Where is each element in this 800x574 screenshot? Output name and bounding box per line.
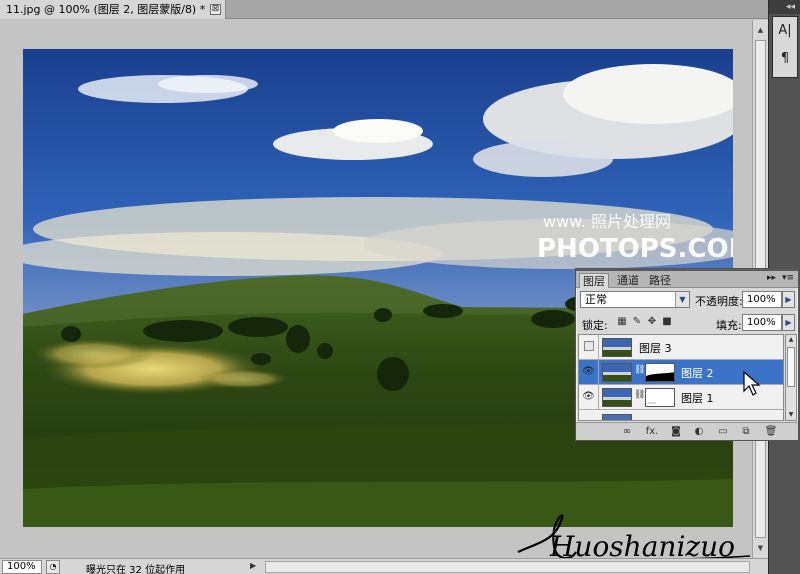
lock-image-pixels-icon[interactable]: ✎ [631, 316, 643, 328]
layers-list-scrollbar[interactable]: ▲ ▼ [785, 334, 797, 421]
fill-label: 填充: [716, 319, 742, 332]
visibility-toggle[interactable]: 👁 [579, 360, 599, 384]
layer-name: 图层 1 [681, 392, 714, 405]
eye-icon: 👁 [582, 366, 595, 377]
panel-menu-icon[interactable]: ▾≡ [782, 273, 794, 283]
eye-icon: 👁 [582, 391, 595, 402]
document-tab-bar: 11.jpg @ 100% (图层 2, 图层蒙版/8) * ⊠ [0, 0, 768, 19]
collapse-panel-icon[interactable]: ▸▸ [767, 273, 776, 283]
close-tab-icon[interactable]: ⊠ [210, 4, 221, 15]
fill-field[interactable]: 100% [742, 314, 782, 331]
status-menu-arrow-icon[interactable]: ▶ [250, 561, 256, 570]
visibility-off-icon [583, 341, 594, 351]
canvas-horizontal-scrollbar[interactable] [265, 561, 750, 573]
layer-name: 图层 2 [681, 367, 714, 380]
group-icon[interactable]: ▭ [716, 426, 730, 438]
layer-thumbnail [602, 414, 632, 420]
layer-mask-thumbnail[interactable] [645, 363, 675, 382]
mouse-cursor-icon [743, 371, 761, 396]
opacity-slider-arrow-icon[interactable]: ▶ [782, 291, 795, 308]
scroll-down-icon[interactable]: ▼ [786, 410, 796, 420]
layers-panel: 图层 通道 路径 ▸▸ ▾≡ 正常 ▼ 不透明度: 100% ▶ 锁定: ▦ ✎… [575, 268, 799, 441]
lock-label: 锁定: [582, 319, 608, 332]
status-info-icon[interactable]: ◔ [46, 560, 60, 574]
character-icon[interactable]: A| [773, 17, 797, 45]
layers-panel-footer: ∞ fx. ◙ ◐ ▭ ⧉ 🗑 [576, 422, 798, 440]
document-tab[interactable]: 11.jpg @ 100% (图层 2, 图层蒙版/8) * ⊠ [0, 0, 226, 19]
lock-position-icon[interactable]: ✥ [646, 316, 658, 328]
dock-header[interactable]: ◂◂ [769, 0, 800, 14]
zoom-level-field[interactable]: 100% [2, 560, 42, 574]
layer-mask-thumbnail[interactable] [645, 388, 675, 407]
fill-slider-arrow-icon[interactable]: ▶ [782, 314, 795, 331]
layer-thumbnail [602, 388, 632, 407]
lock-transparent-pixels-icon[interactable]: ▦ [616, 316, 628, 328]
scroll-up-icon[interactable]: ▲ [755, 24, 766, 36]
scroll-up-icon[interactable]: ▲ [786, 335, 796, 345]
visibility-toggle[interactable] [579, 335, 599, 359]
layer-thumbnail [602, 363, 632, 382]
watermark-line2: PHOTOPS.COM [537, 234, 733, 264]
link-layers-icon[interactable]: ∞ [620, 426, 634, 438]
scrollbar-thumb[interactable] [787, 347, 795, 387]
watermark-line1: www. 照片处理网 [543, 212, 671, 231]
blend-mode-value: 正常 [585, 293, 607, 306]
status-info-text: 曝光只在 32 位起作用 [86, 565, 186, 574]
layer-row-3[interactable]: 图层 3 [579, 335, 783, 360]
layer-row-background[interactable] [579, 412, 783, 420]
opacity-label: 不透明度: [695, 295, 743, 308]
visibility-toggle[interactable]: 👁 [579, 385, 599, 409]
lock-all-icon[interactable]: ■ [661, 316, 673, 328]
new-layer-icon[interactable]: ⧉ [739, 426, 753, 438]
opacity-field[interactable]: 100% [742, 291, 782, 308]
document-tab-title: 11.jpg @ 100% (图层 2, 图层蒙版/8) * [6, 3, 206, 16]
tab-layers[interactable]: 图层 [579, 273, 609, 288]
layers-panel-tabs: 图层 通道 路径 ▸▸ ▾≡ [576, 271, 798, 288]
dock-button-group: A| ¶ [772, 16, 798, 78]
tab-channels[interactable]: 通道 [614, 273, 642, 288]
paragraph-icon[interactable]: ¶ [773, 45, 797, 73]
status-bar: 100% ◔ 曝光只在 32 位起作用 ▶ [0, 558, 768, 574]
tab-paths[interactable]: 路径 [646, 273, 674, 288]
photoshop-window: 11.jpg @ 100% (图层 2, 图层蒙版/8) * ⊠ www. 照片… [0, 0, 800, 574]
blend-mode-select[interactable]: 正常 ▼ [580, 291, 690, 308]
mask-link-icon[interactable]: ⛓ [634, 365, 645, 375]
layer-name: 图层 3 [639, 342, 672, 355]
fx-icon[interactable]: fx. [642, 426, 662, 438]
chevron-down-icon[interactable]: ▼ [675, 292, 689, 307]
add-mask-icon[interactable]: ◙ [669, 426, 683, 438]
layer-thumbnail [602, 338, 632, 357]
collapse-dock-icon[interactable]: ◂◂ [786, 2, 795, 12]
trash-icon[interactable]: 🗑 [764, 426, 778, 438]
mask-link-icon[interactable]: ⛓ [634, 390, 645, 400]
adjustment-icon[interactable]: ◐ [692, 426, 706, 438]
